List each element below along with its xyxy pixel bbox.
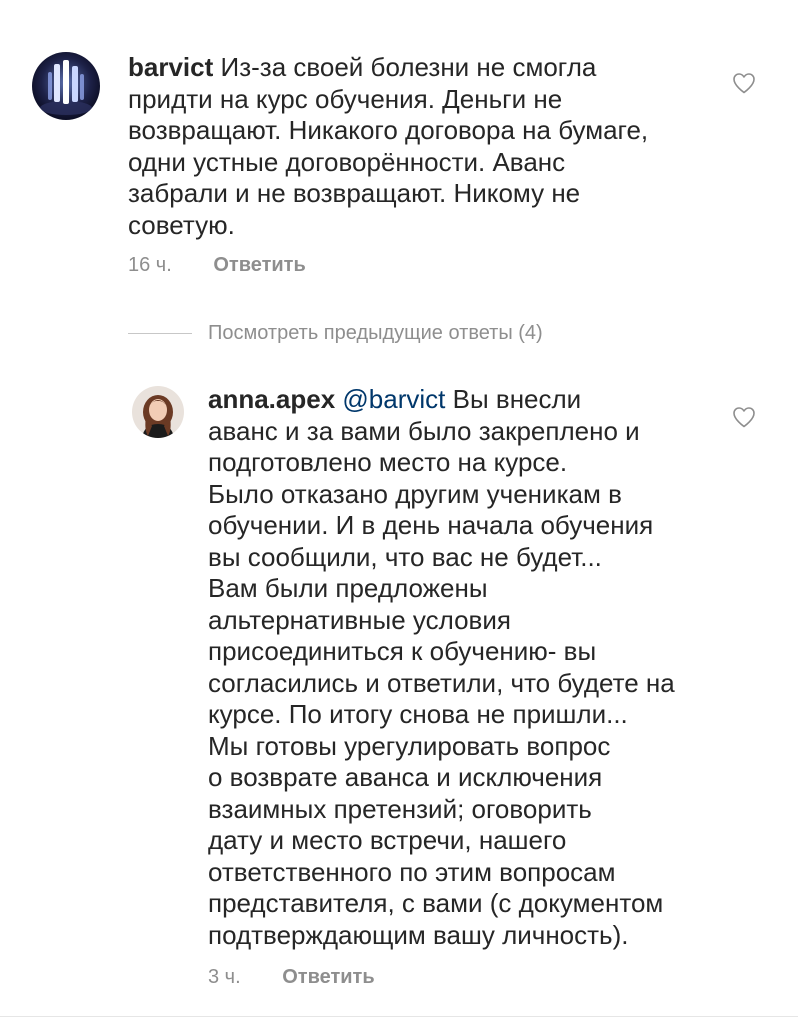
comment-time: 16 ч. (128, 254, 172, 276)
comment-line: забрали и не возвращают. Никому не (128, 178, 581, 208)
mention-link[interactable]: @barvict (342, 384, 445, 414)
comment-line: одни устные договорённости. Аванс (128, 146, 566, 177)
comment-line: возвращают. Никакого договора на бумаге, (128, 115, 649, 145)
comment-username[interactable]: barvict (128, 52, 213, 82)
reply-button[interactable]: Ответить (282, 966, 374, 989)
comment-line: подтверждающим вашу личность). (208, 919, 629, 950)
comment-line: аванс и за вами было закреплено и (208, 415, 640, 446)
like-heart-icon[interactable] (732, 72, 756, 94)
comment-line: дату и место встречи, нашего (208, 825, 567, 855)
comment-line: ответственного по этим вопросам (208, 856, 616, 887)
comment-meta: 16 ч. Ответить (128, 254, 306, 277)
comment-line: о возврате аванса и исключения (208, 762, 603, 792)
comment-line: согласились и ответили, что будете на (208, 667, 675, 698)
comment-line-text: Из-за своей болезни не смогла (220, 52, 597, 82)
comment-line-text: Вы внесли (452, 384, 582, 414)
comment-line: альтернативные условия (208, 604, 511, 635)
comment-line: Мы готовы урегулировать вопрос (208, 730, 611, 761)
avatar-barvict[interactable] (32, 52, 100, 120)
comment-text: anna.apex @barvict Вы внесли аванс и за … (208, 384, 675, 951)
comment-line: Вам были предложены (208, 573, 488, 603)
comment-line: взаимных претензий; оговорить (208, 793, 592, 824)
comment-line: обучении. И в день начала обучения (208, 510, 654, 540)
comment-line: присоединиться к обучению- вы (208, 636, 597, 666)
comment-line: вы сообщили, что вас не будет... (208, 541, 602, 572)
comment-time: 3 ч. (208, 966, 241, 988)
avatar-image (132, 386, 184, 438)
view-previous-replies-button[interactable]: Посмотреть предыдущие ответы (4) (128, 318, 543, 348)
comment-line: советую. (128, 209, 235, 240)
view-previous-replies-label: Посмотреть предыдущие ответы (4) (208, 321, 543, 344)
comment-text: barvict Из-за своей болезни не смогла пр… (128, 52, 648, 241)
comment-line: курсе. По итогу снова не пришли... (208, 699, 628, 729)
comment-line: подготовлено место на курсе. (208, 447, 568, 477)
replies-divider (128, 332, 192, 334)
comment-line: anna.apex @barvict Вы внесли (208, 384, 675, 416)
reply-button[interactable]: Ответить (213, 254, 305, 277)
comment-username[interactable]: anna.apex (208, 384, 335, 414)
comment-line: представителя, с вами (с документом (208, 888, 664, 918)
like-heart-icon[interactable] (732, 406, 756, 428)
bottom-divider (0, 1016, 798, 1017)
comment-meta: 3 ч. Ответить (208, 966, 375, 989)
avatar-anna-apex[interactable] (132, 386, 184, 438)
avatar-image (32, 52, 100, 120)
comment-line: barvict Из-за своей болезни не смогла (128, 52, 648, 84)
comment-line: придти на курс обучения. Деньги не (128, 83, 563, 114)
comment-line: Было отказано другим ученикам в (208, 478, 622, 509)
